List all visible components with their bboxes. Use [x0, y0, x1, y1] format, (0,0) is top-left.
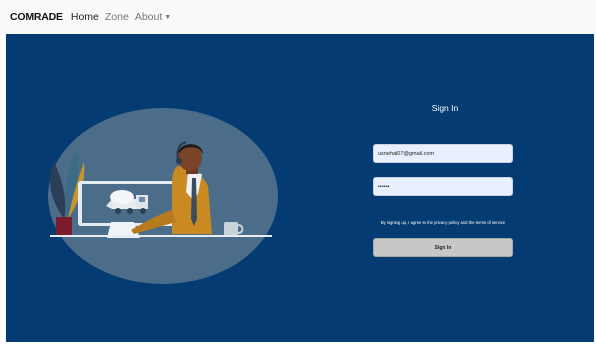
- person-at-computer-illustration: [48, 108, 278, 284]
- nav-link-about-label: About: [134, 11, 163, 23]
- signin-title: Sign In: [431, 103, 459, 113]
- terms-text: By signing up, I agree to the privacy po…: [380, 220, 506, 225]
- brand-logo[interactable]: COMRADE: [10, 11, 63, 23]
- signin-button[interactable]: Sign In: [373, 238, 513, 257]
- nav-dropdown-about[interactable]: About ▼: [135, 11, 171, 23]
- email-input[interactable]: [373, 144, 513, 163]
- desk-surface: [50, 235, 272, 237]
- chevron-down-icon: ▼: [164, 14, 172, 21]
- navbar: COMRADE Home Zone About ▼: [0, 0, 596, 34]
- password-input[interactable]: [373, 177, 513, 196]
- signin-panel: Sign In By signing up, I agree to the pr…: [6, 34, 594, 342]
- nav-link-zone[interactable]: Zone: [105, 11, 129, 23]
- nav-link-home[interactable]: Home: [71, 11, 99, 23]
